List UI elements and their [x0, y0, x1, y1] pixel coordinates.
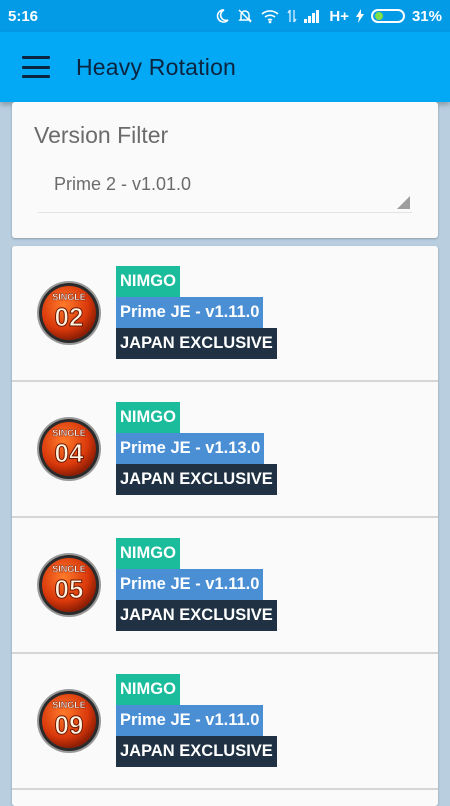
- wifi-icon: [260, 8, 280, 24]
- channel-tag: NIMGO: [116, 266, 180, 297]
- single-badge-icon: SINGLE 02: [37, 281, 101, 345]
- badge-top-label: SINGLE: [52, 292, 86, 302]
- single-badge-icon: SINGLE 05: [37, 553, 101, 617]
- region-tag: JAPAN EXCLUSIVE: [116, 736, 277, 767]
- network-type: H+: [329, 7, 349, 25]
- charging-icon: [355, 9, 364, 23]
- data-arrows-icon: [287, 8, 297, 24]
- badge-number: 05: [55, 574, 84, 604]
- version-filter-selected: Prime 2 - v1.01.0: [54, 174, 192, 194]
- version-filter-dropdown[interactable]: Prime 2 - v1.01.0: [38, 164, 412, 213]
- version-filter-card: Version Filter Prime 2 - v1.01.0: [12, 102, 438, 238]
- tag-group: NIMGO Prime JE - v1.11.0 JAPAN EXCLUSIVE: [116, 674, 277, 767]
- version-tag: Prime JE - v1.11.0: [116, 705, 264, 736]
- version-tag: Prime JE - v1.11.0: [116, 569, 264, 600]
- badge-number: 04: [55, 438, 84, 468]
- channel-tag: NIMGO: [116, 538, 180, 569]
- status-icons: H+ 31%: [214, 8, 442, 25]
- region-tag: JAPAN EXCLUSIVE: [116, 464, 277, 495]
- battery-icon: [370, 9, 405, 23]
- badge-top-label: SINGLE: [52, 700, 86, 710]
- channel-tag: NIMGO: [116, 674, 180, 705]
- list-item[interactable]: SINGLE 05 NIMGO Prime JE - v1.11.0 JAPAN…: [12, 518, 438, 654]
- badge-top-label: SINGLE: [52, 564, 86, 574]
- bell-off-icon: [237, 8, 253, 24]
- badge-top-label: SINGLE: [52, 428, 86, 438]
- status-time: 5:16: [8, 7, 39, 25]
- list-item[interactable]: SINGLE 04 NIMGO Prime JE - v1.13.0 JAPAN…: [12, 382, 438, 518]
- badge-number: 09: [55, 710, 84, 740]
- region-tag: JAPAN EXCLUSIVE: [116, 328, 277, 359]
- list-item[interactable]: SINGLE 09 NIMGO Prime JE - v1.11.0 JAPAN…: [12, 654, 438, 790]
- tag-group: NIMGO Prime JE - v1.11.0 JAPAN EXCLUSIVE: [116, 266, 277, 359]
- single-badge-icon: SINGLE 04: [37, 417, 101, 481]
- status-bar: 5:16 H+ 31%: [0, 0, 450, 32]
- badge-number: 02: [55, 302, 84, 332]
- region-tag: JAPAN EXCLUSIVE: [116, 600, 277, 631]
- filter-title: Version Filter: [34, 122, 169, 148]
- moon-icon: [214, 8, 230, 24]
- song-list: SINGLE 02 NIMGO Prime JE - v1.11.0 JAPAN…: [12, 246, 438, 806]
- version-tag: Prime JE - v1.11.0: [116, 297, 264, 328]
- tag-group: NIMGO Prime JE - v1.11.0 JAPAN EXCLUSIVE: [116, 538, 277, 631]
- hamburger-menu-icon[interactable]: [22, 56, 50, 78]
- channel-tag: NIMGO: [116, 402, 180, 433]
- dropdown-arrow-icon: [397, 196, 410, 209]
- tag-group: NIMGO Prime JE - v1.13.0 JAPAN EXCLUSIVE: [116, 402, 277, 495]
- app-title: Heavy Rotation: [76, 53, 237, 80]
- signal-icon: [304, 9, 322, 23]
- single-badge-icon: SINGLE 09: [37, 689, 101, 753]
- version-tag: Prime JE - v1.13.0: [116, 433, 265, 464]
- app-bar: Heavy Rotation: [0, 32, 450, 102]
- battery-percent: 31%: [411, 7, 442, 25]
- battery-level: [374, 12, 383, 20]
- list-item[interactable]: SINGLE 02 NIMGO Prime JE - v1.11.0 JAPAN…: [12, 246, 438, 382]
